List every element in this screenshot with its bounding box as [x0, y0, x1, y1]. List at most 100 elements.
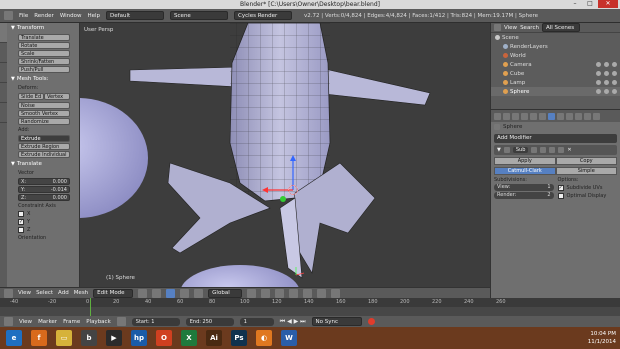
snap-icon[interactable]: [317, 288, 327, 298]
vector-x-field[interactable]: X: 0.000: [18, 178, 70, 185]
outliner-item-scene[interactable]: Scene: [491, 33, 620, 42]
excel-icon[interactable]: X: [181, 330, 197, 346]
menu-view[interactable]: View: [18, 290, 31, 296]
cage-icon[interactable]: [531, 147, 538, 153]
constraints-tab-icon[interactable]: [539, 112, 546, 120]
mesh-canvas[interactable]: [80, 23, 490, 287]
constraint-x-row[interactable]: X: [9, 210, 79, 218]
close-button[interactable]: ✕: [598, 0, 618, 8]
randomize-button[interactable]: Randomize: [18, 118, 70, 125]
menu-view[interactable]: View: [19, 319, 32, 325]
render-levels-field[interactable]: Render: 2: [494, 192, 554, 199]
catmull-clark-button[interactable]: Catmull-Clark: [494, 167, 556, 175]
media-icon[interactable]: ▶: [106, 330, 122, 346]
vector-z-field[interactable]: Z: 0.000: [18, 194, 70, 201]
orientation-dropdown[interactable]: Global: [208, 288, 243, 298]
constraint-x-checkbox[interactable]: [18, 211, 24, 217]
menu-help[interactable]: Help: [88, 13, 101, 19]
physics-tab-icon[interactable]: [593, 112, 600, 120]
layers-icon[interactable]: [247, 288, 257, 298]
play-controls[interactable]: ⏮ ◀ ▶ ⏭: [280, 318, 306, 326]
mode-dropdown[interactable]: Edit Mode: [93, 288, 134, 298]
visibility-toggles[interactable]: [596, 62, 617, 67]
outliner-item-cube[interactable]: Cube: [491, 69, 620, 78]
menu-render[interactable]: Render: [34, 13, 54, 19]
tab-grease-pencil[interactable]: [0, 103, 7, 123]
editor-type-icon[interactable]: [4, 317, 13, 326]
outliner-item-sphere[interactable]: Sphere: [491, 87, 620, 96]
explorer-icon[interactable]: ▭: [56, 330, 72, 346]
constraint-y-checkbox[interactable]: ✓: [18, 219, 24, 225]
system-tray[interactable]: 10:04 PM 11/1/2014: [588, 330, 616, 346]
menu-playback[interactable]: Playback: [86, 319, 111, 325]
shrink-fatten-button[interactable]: Shrink/Fatten: [18, 58, 70, 65]
shading-icon[interactable]: [138, 288, 148, 298]
object-tab-icon[interactable]: [530, 112, 537, 120]
orange-blender-icon[interactable]: ◐: [256, 330, 272, 346]
realtime-icon[interactable]: [549, 147, 556, 153]
slide-vertex-button[interactable]: Vertex: [44, 93, 70, 100]
editor-type-icon[interactable]: [494, 24, 501, 31]
tab-shading[interactable]: [0, 63, 7, 83]
translate-icon[interactable]: [180, 288, 190, 298]
noise-button[interactable]: Noise: [18, 102, 70, 109]
vertex-select-icon[interactable]: [261, 288, 271, 298]
outliner-filter-dropdown[interactable]: All Scenes: [541, 23, 580, 32]
vector-y-field[interactable]: Y: -0.014: [18, 186, 70, 193]
visibility-toggles[interactable]: [596, 80, 617, 85]
view-levels-field[interactable]: View: 1: [494, 184, 554, 191]
particles-tab-icon[interactable]: [584, 112, 591, 120]
hp-icon[interactable]: hp: [131, 330, 147, 346]
visibility-toggles[interactable]: [596, 71, 617, 76]
menu-add[interactable]: Add: [58, 290, 69, 296]
keying-icon[interactable]: [116, 317, 126, 326]
current-frame-field[interactable]: 1: [239, 317, 274, 326]
translate-panel-header[interactable]: ▼ Translate: [9, 159, 79, 169]
manipulator-icon[interactable]: [166, 288, 176, 298]
editor-type-icon[interactable]: [4, 11, 13, 20]
timeline-ruler[interactable]: -40 -20 0 20 40 60 80 100 120 140 160 18…: [0, 298, 620, 307]
collapse-triangle-icon[interactable]: ▼: [497, 147, 501, 153]
visibility-toggles[interactable]: [596, 89, 617, 94]
render-engine-dropdown[interactable]: Cycles Render: [234, 11, 293, 20]
extrude-region-button[interactable]: Extrude Region: [18, 143, 70, 150]
menu-mesh[interactable]: Mesh: [74, 290, 88, 296]
optimal-display-row[interactable]: Optimal Display: [557, 192, 618, 200]
outliner-item-lamp[interactable]: Lamp: [491, 78, 620, 87]
ie-icon[interactable]: e: [6, 330, 22, 346]
scene-dropdown[interactable]: Scene: [170, 11, 229, 20]
photoshop-icon[interactable]: Ps: [231, 330, 247, 346]
mesh-tools-header[interactable]: ▼ Mesh Tools:: [9, 74, 79, 84]
constraint-z-row[interactable]: Z: [9, 226, 79, 234]
material-tab-icon[interactable]: [566, 112, 573, 120]
modifier-name-field[interactable]: Sub: [512, 147, 529, 153]
maximize-button[interactable]: □: [583, 0, 597, 8]
edge-select-icon[interactable]: [275, 288, 285, 298]
outliner-item-world[interactable]: World: [491, 51, 620, 60]
subdivide-uvs-checkbox[interactable]: ✓: [557, 185, 564, 191]
menu-file[interactable]: File: [19, 13, 28, 19]
optimal-display-checkbox[interactable]: [557, 193, 564, 199]
firefox-icon[interactable]: f: [31, 330, 47, 346]
tab-options[interactable]: [0, 83, 7, 103]
simple-button[interactable]: Simple: [555, 167, 617, 175]
render-preview-icon[interactable]: [331, 288, 341, 298]
outliner-item-renderlayers[interactable]: RenderLayers: [491, 42, 620, 51]
slide-edge-button[interactable]: Slide Ed: [18, 93, 44, 100]
y-axis-handle[interactable]: [280, 196, 286, 202]
current-frame-marker[interactable]: [90, 298, 91, 316]
blender-icon[interactable]: b: [81, 330, 97, 346]
record-icon[interactable]: [367, 318, 375, 325]
layout-dropdown[interactable]: Default: [106, 11, 165, 20]
outliner-menu-view[interactable]: View: [504, 25, 517, 31]
data-tab-icon[interactable]: [557, 112, 564, 120]
extrude-individual-button[interactable]: Extrude Individual: [18, 151, 70, 158]
3d-viewport[interactable]: User Persp (1) Sphere: [80, 23, 490, 287]
face-select-icon[interactable]: [289, 288, 299, 298]
translate-button[interactable]: Translate: [18, 34, 70, 41]
word-icon[interactable]: W: [281, 330, 297, 346]
rotate-icon[interactable]: [194, 288, 204, 298]
start-frame-field[interactable]: Start: 1: [131, 317, 180, 326]
pivot-icon[interactable]: [152, 288, 162, 298]
subdivide-uvs-row[interactable]: ✓ Subdivide UVs: [557, 184, 618, 192]
